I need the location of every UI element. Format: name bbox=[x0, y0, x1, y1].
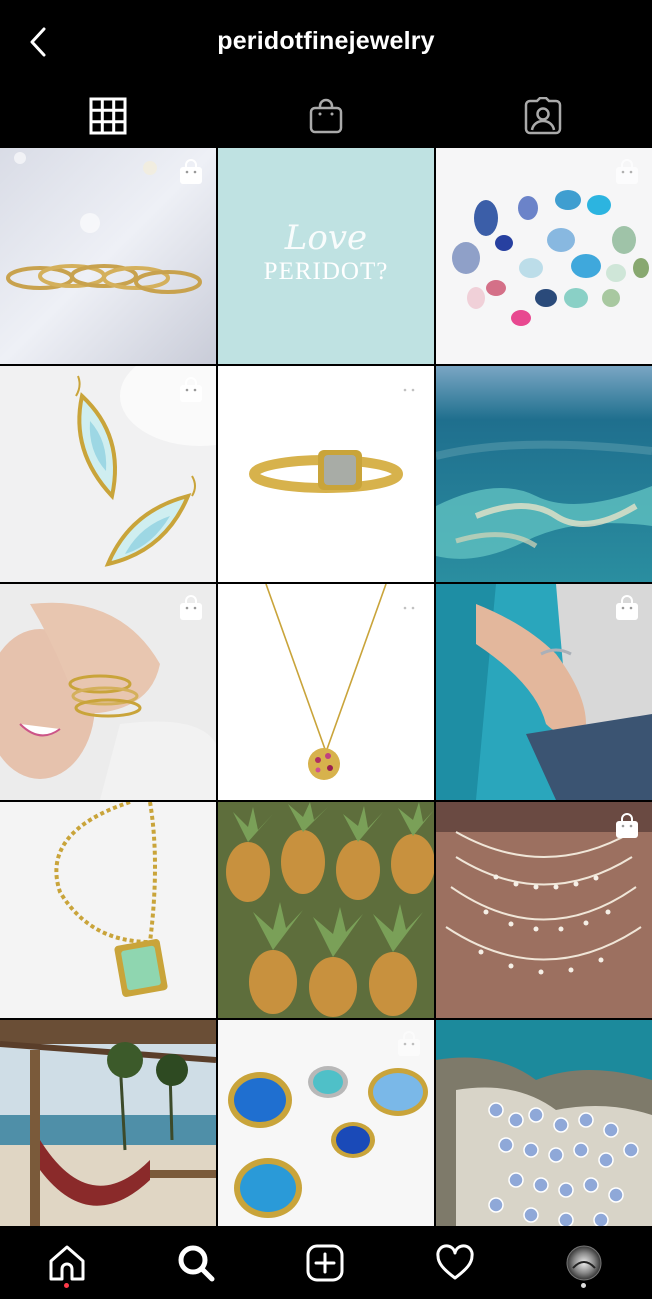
grid-icon bbox=[89, 97, 127, 135]
nav-search-button[interactable] bbox=[171, 1238, 221, 1288]
plus-square-icon bbox=[306, 1244, 344, 1282]
profile-indicator-dot bbox=[581, 1283, 586, 1288]
tab-grid[interactable] bbox=[82, 90, 134, 142]
post-tile-layered-necklaces[interactable] bbox=[436, 802, 652, 1018]
post-tile-opal-rings[interactable] bbox=[218, 1020, 434, 1226]
shopping-bag-icon bbox=[396, 376, 422, 404]
home-notification-dot bbox=[64, 1283, 69, 1288]
shopping-bag-icon bbox=[178, 594, 204, 622]
beach-umbrellas-image bbox=[436, 1020, 652, 1226]
shopping-bag-icon bbox=[178, 376, 204, 404]
tab-shop[interactable] bbox=[300, 90, 352, 142]
shopping-bag-icon bbox=[396, 1030, 422, 1058]
post-tile-beach-hammock[interactable] bbox=[0, 1020, 216, 1226]
emerald-pendant-image bbox=[0, 802, 216, 1018]
post-grid: Love PERIDOT? bbox=[0, 148, 652, 1226]
aerial-ocean-image bbox=[436, 366, 652, 582]
promo-script-text: Love bbox=[284, 218, 368, 258]
nav-profile-button[interactable] bbox=[559, 1238, 609, 1288]
nav-home-button[interactable] bbox=[42, 1238, 92, 1288]
shopping-bag-icon bbox=[614, 812, 640, 840]
post-tile-emerald-pendant[interactable] bbox=[0, 802, 216, 1018]
shopping-bag-icon bbox=[614, 158, 640, 186]
pineapples-image bbox=[218, 802, 434, 1018]
home-icon bbox=[49, 1245, 85, 1281]
promo-main-text: PERIDOT? bbox=[263, 258, 389, 285]
post-tile-stacked-rings[interactable] bbox=[0, 148, 216, 364]
post-tile-woman-bracelets[interactable] bbox=[0, 584, 216, 800]
post-tile-marquise-earrings[interactable] bbox=[0, 366, 216, 582]
post-tile-pineapples[interactable] bbox=[218, 802, 434, 1018]
heart-icon bbox=[436, 1244, 474, 1280]
profile-avatar-icon bbox=[566, 1245, 602, 1281]
nav-new-post-button[interactable] bbox=[300, 1238, 350, 1288]
nav-activity-button[interactable] bbox=[430, 1238, 480, 1288]
page-title: peridotfinejewelry bbox=[217, 27, 435, 55]
post-tile-pendant-necklace[interactable] bbox=[218, 584, 434, 800]
shopping-bag-icon bbox=[396, 594, 422, 622]
post-tile-gold-ring[interactable] bbox=[218, 366, 434, 582]
app-header: peridotfinejewelry bbox=[0, 0, 652, 84]
shopping-bag-icon bbox=[178, 158, 204, 186]
shopping-bag-icon bbox=[309, 98, 343, 134]
tagged-user-icon bbox=[524, 97, 562, 135]
shopping-bag-icon bbox=[614, 594, 640, 622]
post-tile-wrist-bracelet[interactable] bbox=[436, 584, 652, 800]
post-tile-beach-umbrellas[interactable] bbox=[436, 1020, 652, 1226]
post-tile-love-peridot[interactable]: Love PERIDOT? bbox=[218, 148, 434, 364]
profile-tabs bbox=[0, 84, 652, 148]
post-tile-gemstones[interactable] bbox=[436, 148, 652, 364]
tab-tagged[interactable] bbox=[517, 90, 569, 142]
post-tile-aerial-ocean[interactable] bbox=[436, 366, 652, 582]
bottom-nav bbox=[0, 1226, 652, 1299]
beach-hammock-image bbox=[0, 1020, 216, 1226]
search-icon bbox=[178, 1245, 215, 1282]
